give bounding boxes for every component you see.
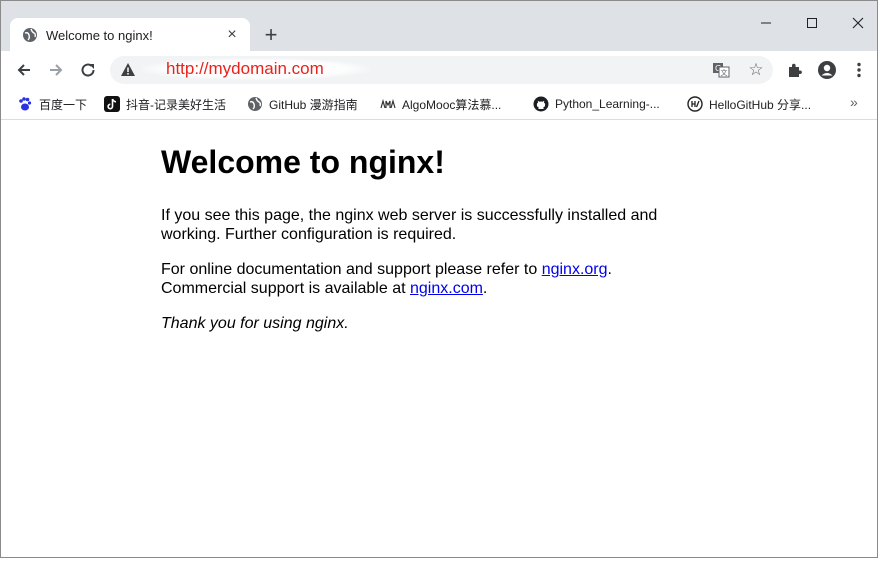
svg-text:文: 文 bbox=[721, 68, 728, 77]
bookmark-hellogithub[interactable]: HelloGitHub 分享... bbox=[687, 93, 811, 115]
translate-icon[interactable]: G文 bbox=[712, 62, 730, 78]
bookmark-python-learning[interactable]: Python_Learning-... bbox=[533, 93, 660, 115]
bookmark-label: AlgoMooc算法慕... bbox=[402, 97, 502, 112]
extensions-puzzle-icon[interactable] bbox=[781, 56, 809, 84]
maximize-icon[interactable] bbox=[789, 9, 835, 37]
douyin-icon bbox=[104, 96, 120, 112]
page-heading: Welcome to nginx! bbox=[161, 144, 445, 180]
bookmark-label: 抖音-记录美好生活 bbox=[126, 97, 226, 112]
tab-welcome-nginx[interactable]: Welcome to nginx! × bbox=[10, 18, 250, 52]
page-viewport: Welcome to nginx! If you see this page, … bbox=[1, 120, 877, 557]
support-text-end: . bbox=[607, 261, 612, 278]
back-arrow-icon[interactable] bbox=[10, 56, 38, 84]
bookmarks-overflow-icon[interactable]: » bbox=[850, 94, 858, 110]
commercial-text-end: . bbox=[482, 280, 488, 297]
not-secure-warning-icon[interactable] bbox=[120, 62, 136, 78]
baidu-paw-icon bbox=[17, 96, 33, 112]
bookmark-baidu[interactable]: 百度一下 bbox=[17, 93, 87, 115]
toolbar: http://mydomain.com G文 ☆ bbox=[1, 51, 877, 89]
globe-icon bbox=[247, 96, 263, 112]
bookmark-github-guide[interactable]: GitHub 漫游指南 bbox=[247, 93, 358, 115]
bookmark-label: GitHub 漫游指南 bbox=[269, 97, 358, 112]
thanks-text: Thank you for using nginx. bbox=[161, 315, 349, 332]
support-text: For online documentation and support ple… bbox=[161, 261, 542, 278]
hellogithub-icon bbox=[687, 96, 703, 112]
bookmark-algomooc[interactable]: AlgoMooc算法慕... bbox=[380, 93, 501, 115]
address-url[interactable]: http://mydomain.com bbox=[166, 59, 324, 79]
bookmark-label: 百度一下 bbox=[39, 97, 88, 112]
tab-title: Welcome to nginx! bbox=[46, 27, 153, 43]
close-tab-icon[interactable]: × bbox=[222, 25, 242, 45]
nginx-org-link[interactable]: nginx.org bbox=[542, 261, 608, 278]
bookmark-label: Python_Learning-... bbox=[555, 97, 660, 111]
tab-strip: Welcome to nginx! × + bbox=[1, 1, 877, 52]
profile-avatar-icon[interactable] bbox=[813, 56, 841, 84]
paragraph-support: For online documentation and support ple… bbox=[161, 260, 681, 298]
browser-window: Welcome to nginx! × + http://mydomain.co… bbox=[0, 0, 878, 558]
minimize-icon[interactable] bbox=[743, 9, 789, 37]
forward-arrow-icon[interactable] bbox=[42, 56, 70, 84]
address-bar[interactable]: http://mydomain.com G文 ☆ bbox=[110, 56, 773, 84]
bookmark-star-icon[interactable]: ☆ bbox=[746, 60, 766, 80]
reload-icon[interactable] bbox=[74, 56, 102, 84]
paragraph-installed: If you see this page, the nginx web serv… bbox=[161, 207, 658, 243]
more-menu-icon[interactable] bbox=[845, 56, 873, 84]
bookmark-label: HelloGitHub 分享... bbox=[709, 97, 812, 112]
globe-icon bbox=[22, 27, 38, 43]
page-content: Welcome to nginx! If you see this page, … bbox=[161, 120, 681, 333]
github-icon bbox=[533, 96, 549, 112]
window-close-icon[interactable] bbox=[835, 9, 877, 37]
commercial-text: Commercial support is available at bbox=[161, 280, 410, 297]
bookmark-douyin[interactable]: 抖音-记录美好生活 bbox=[104, 93, 226, 115]
paragraph-thanks: Thank you for using nginx. bbox=[161, 314, 681, 333]
new-tab-button[interactable]: + bbox=[259, 22, 283, 47]
bookmarks-bar: 百度一下 抖音-记录美好生活 GitHub 漫游指南 AlgoMooc算法慕..… bbox=[1, 89, 877, 120]
nginx-com-link[interactable]: nginx.com bbox=[410, 280, 483, 297]
algomooc-icon bbox=[380, 96, 396, 112]
